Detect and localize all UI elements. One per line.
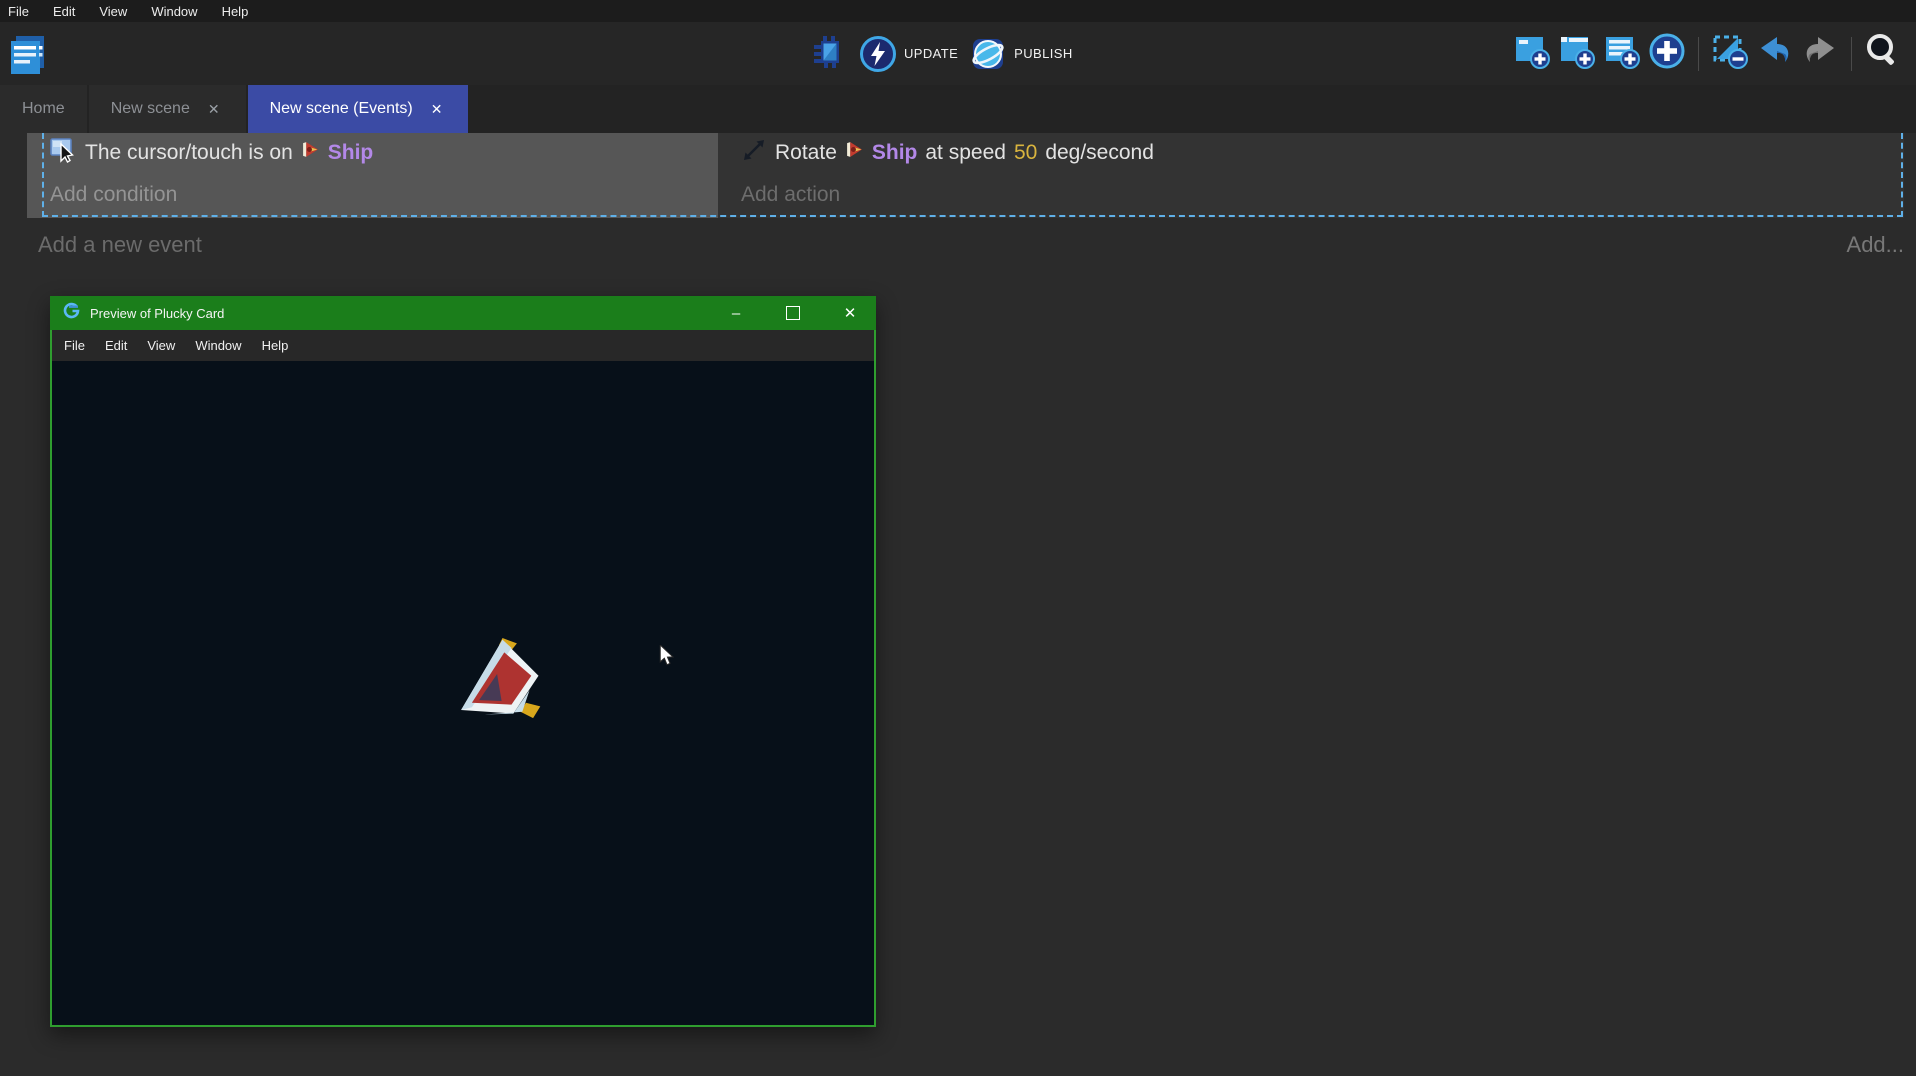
preview-menu-window[interactable]: Window bbox=[195, 338, 241, 353]
action-object-name: Ship bbox=[872, 141, 918, 165]
condition-item[interactable]: The cursor/touch is on Ship bbox=[27, 133, 718, 172]
condition-object-name: Ship bbox=[328, 141, 374, 165]
menu-file[interactable]: File bbox=[8, 4, 29, 19]
mouse-cursor bbox=[658, 645, 678, 672]
events-toolbar-group bbox=[1513, 32, 1902, 75]
close-icon[interactable]: ✕ bbox=[836, 296, 864, 330]
search-icon[interactable] bbox=[1864, 32, 1902, 75]
ship-sprite bbox=[455, 629, 550, 724]
add-action-label: Add action bbox=[741, 183, 840, 207]
menu-help[interactable]: Help bbox=[222, 4, 249, 19]
tab-home[interactable]: Home bbox=[0, 85, 87, 133]
add-condition-label: Add condition bbox=[50, 183, 177, 207]
close-tab-icon[interactable]: ✕ bbox=[427, 99, 447, 120]
preview-titlebar[interactable]: Preview of Plucky Card bbox=[50, 296, 876, 330]
close-tab-icon[interactable]: ✕ bbox=[204, 99, 224, 120]
action-text: deg/second bbox=[1045, 141, 1154, 165]
cursor-on-object-icon bbox=[50, 136, 77, 169]
preview-title: Preview of Plucky Card bbox=[90, 306, 224, 321]
action-text: at speed bbox=[925, 141, 1006, 165]
publish-label: PUBLISH bbox=[1014, 46, 1072, 61]
update-button[interactable]: UPDATE bbox=[860, 36, 958, 72]
add-new-event-button[interactable]: Add a new event bbox=[38, 232, 202, 258]
event-row[interactable]: The cursor/touch is on Ship Add conditio… bbox=[27, 133, 1904, 218]
event-actions-column[interactable]: Rotate Ship at speed 50 deg/second bbox=[718, 133, 1904, 218]
action-value: 50 bbox=[1014, 141, 1037, 165]
undo-icon[interactable] bbox=[1756, 32, 1794, 75]
tab-label: Home bbox=[22, 100, 65, 118]
add-subevent-icon[interactable] bbox=[1558, 32, 1596, 75]
menu-edit[interactable]: Edit bbox=[53, 4, 75, 19]
preview-window[interactable]: Preview of Plucky Card – ✕ File Edit Vie… bbox=[50, 296, 876, 1027]
main-toolbar: UPDATE PUBLISH bbox=[0, 22, 1916, 85]
add-event-icon[interactable] bbox=[1513, 32, 1551, 75]
preview-menu-file[interactable]: File bbox=[64, 338, 85, 353]
maximize-icon[interactable] bbox=[779, 296, 807, 330]
action-text: Rotate bbox=[775, 141, 837, 165]
publish-planet-icon bbox=[970, 36, 1006, 72]
update-label: UPDATE bbox=[904, 46, 958, 61]
publish-button[interactable]: PUBLISH bbox=[970, 36, 1072, 72]
ship-object-icon bbox=[845, 140, 864, 165]
project-manager-icon[interactable] bbox=[8, 34, 48, 83]
toolbar-separator bbox=[1698, 37, 1699, 71]
tab-new-scene[interactable]: New scene ✕ bbox=[89, 85, 246, 133]
preview-menubar: File Edit View Window Help bbox=[50, 330, 876, 361]
preview-menu-help[interactable]: Help bbox=[262, 338, 289, 353]
preview-menu-edit[interactable]: Edit bbox=[105, 338, 127, 353]
add-action-button[interactable]: Add action bbox=[718, 172, 1904, 218]
rotate-icon bbox=[741, 137, 767, 169]
menu-window[interactable]: Window bbox=[151, 4, 197, 19]
events-sheet: The cursor/touch is on Ship Add conditio… bbox=[0, 133, 1916, 1076]
game-canvas[interactable] bbox=[50, 361, 876, 1027]
add-event-dropdown-button[interactable]: Add... bbox=[1847, 232, 1904, 258]
delete-selection-icon[interactable] bbox=[1711, 32, 1749, 75]
debugger-icon[interactable] bbox=[810, 32, 848, 75]
minimize-icon[interactable]: – bbox=[722, 296, 750, 330]
update-lightning-icon bbox=[860, 36, 896, 72]
main-menubar: File Edit View Window Help bbox=[0, 0, 1916, 22]
tab-new-scene-events[interactable]: New scene (Events) ✕ bbox=[248, 85, 469, 133]
gdevelop-logo-icon bbox=[63, 302, 80, 324]
editor-tabs: Home New scene ✕ New scene (Events) ✕ bbox=[0, 85, 1916, 133]
tab-label: New scene (Events) bbox=[270, 100, 413, 118]
toolbar-separator bbox=[1851, 37, 1852, 71]
tab-label: New scene bbox=[111, 100, 190, 118]
gdevelop-window: File Edit View Window Help bbox=[0, 0, 1916, 1076]
add-comment-icon[interactable] bbox=[1603, 32, 1641, 75]
condition-text: The cursor/touch is on bbox=[85, 141, 293, 165]
action-item[interactable]: Rotate Ship at speed 50 deg/second bbox=[718, 133, 1904, 172]
ship-object-icon bbox=[301, 140, 320, 165]
redo-icon[interactable] bbox=[1801, 32, 1839, 75]
preview-toolbar-group: UPDATE PUBLISH bbox=[810, 32, 1073, 75]
event-conditions-column[interactable]: The cursor/touch is on Ship Add conditio… bbox=[27, 133, 718, 218]
maximize-glyph bbox=[786, 306, 800, 320]
preview-menu-view[interactable]: View bbox=[147, 338, 175, 353]
add-condition-button[interactable]: Add condition bbox=[27, 172, 718, 218]
menu-view[interactable]: View bbox=[99, 4, 127, 19]
choose-add-event-icon[interactable] bbox=[1648, 32, 1686, 75]
